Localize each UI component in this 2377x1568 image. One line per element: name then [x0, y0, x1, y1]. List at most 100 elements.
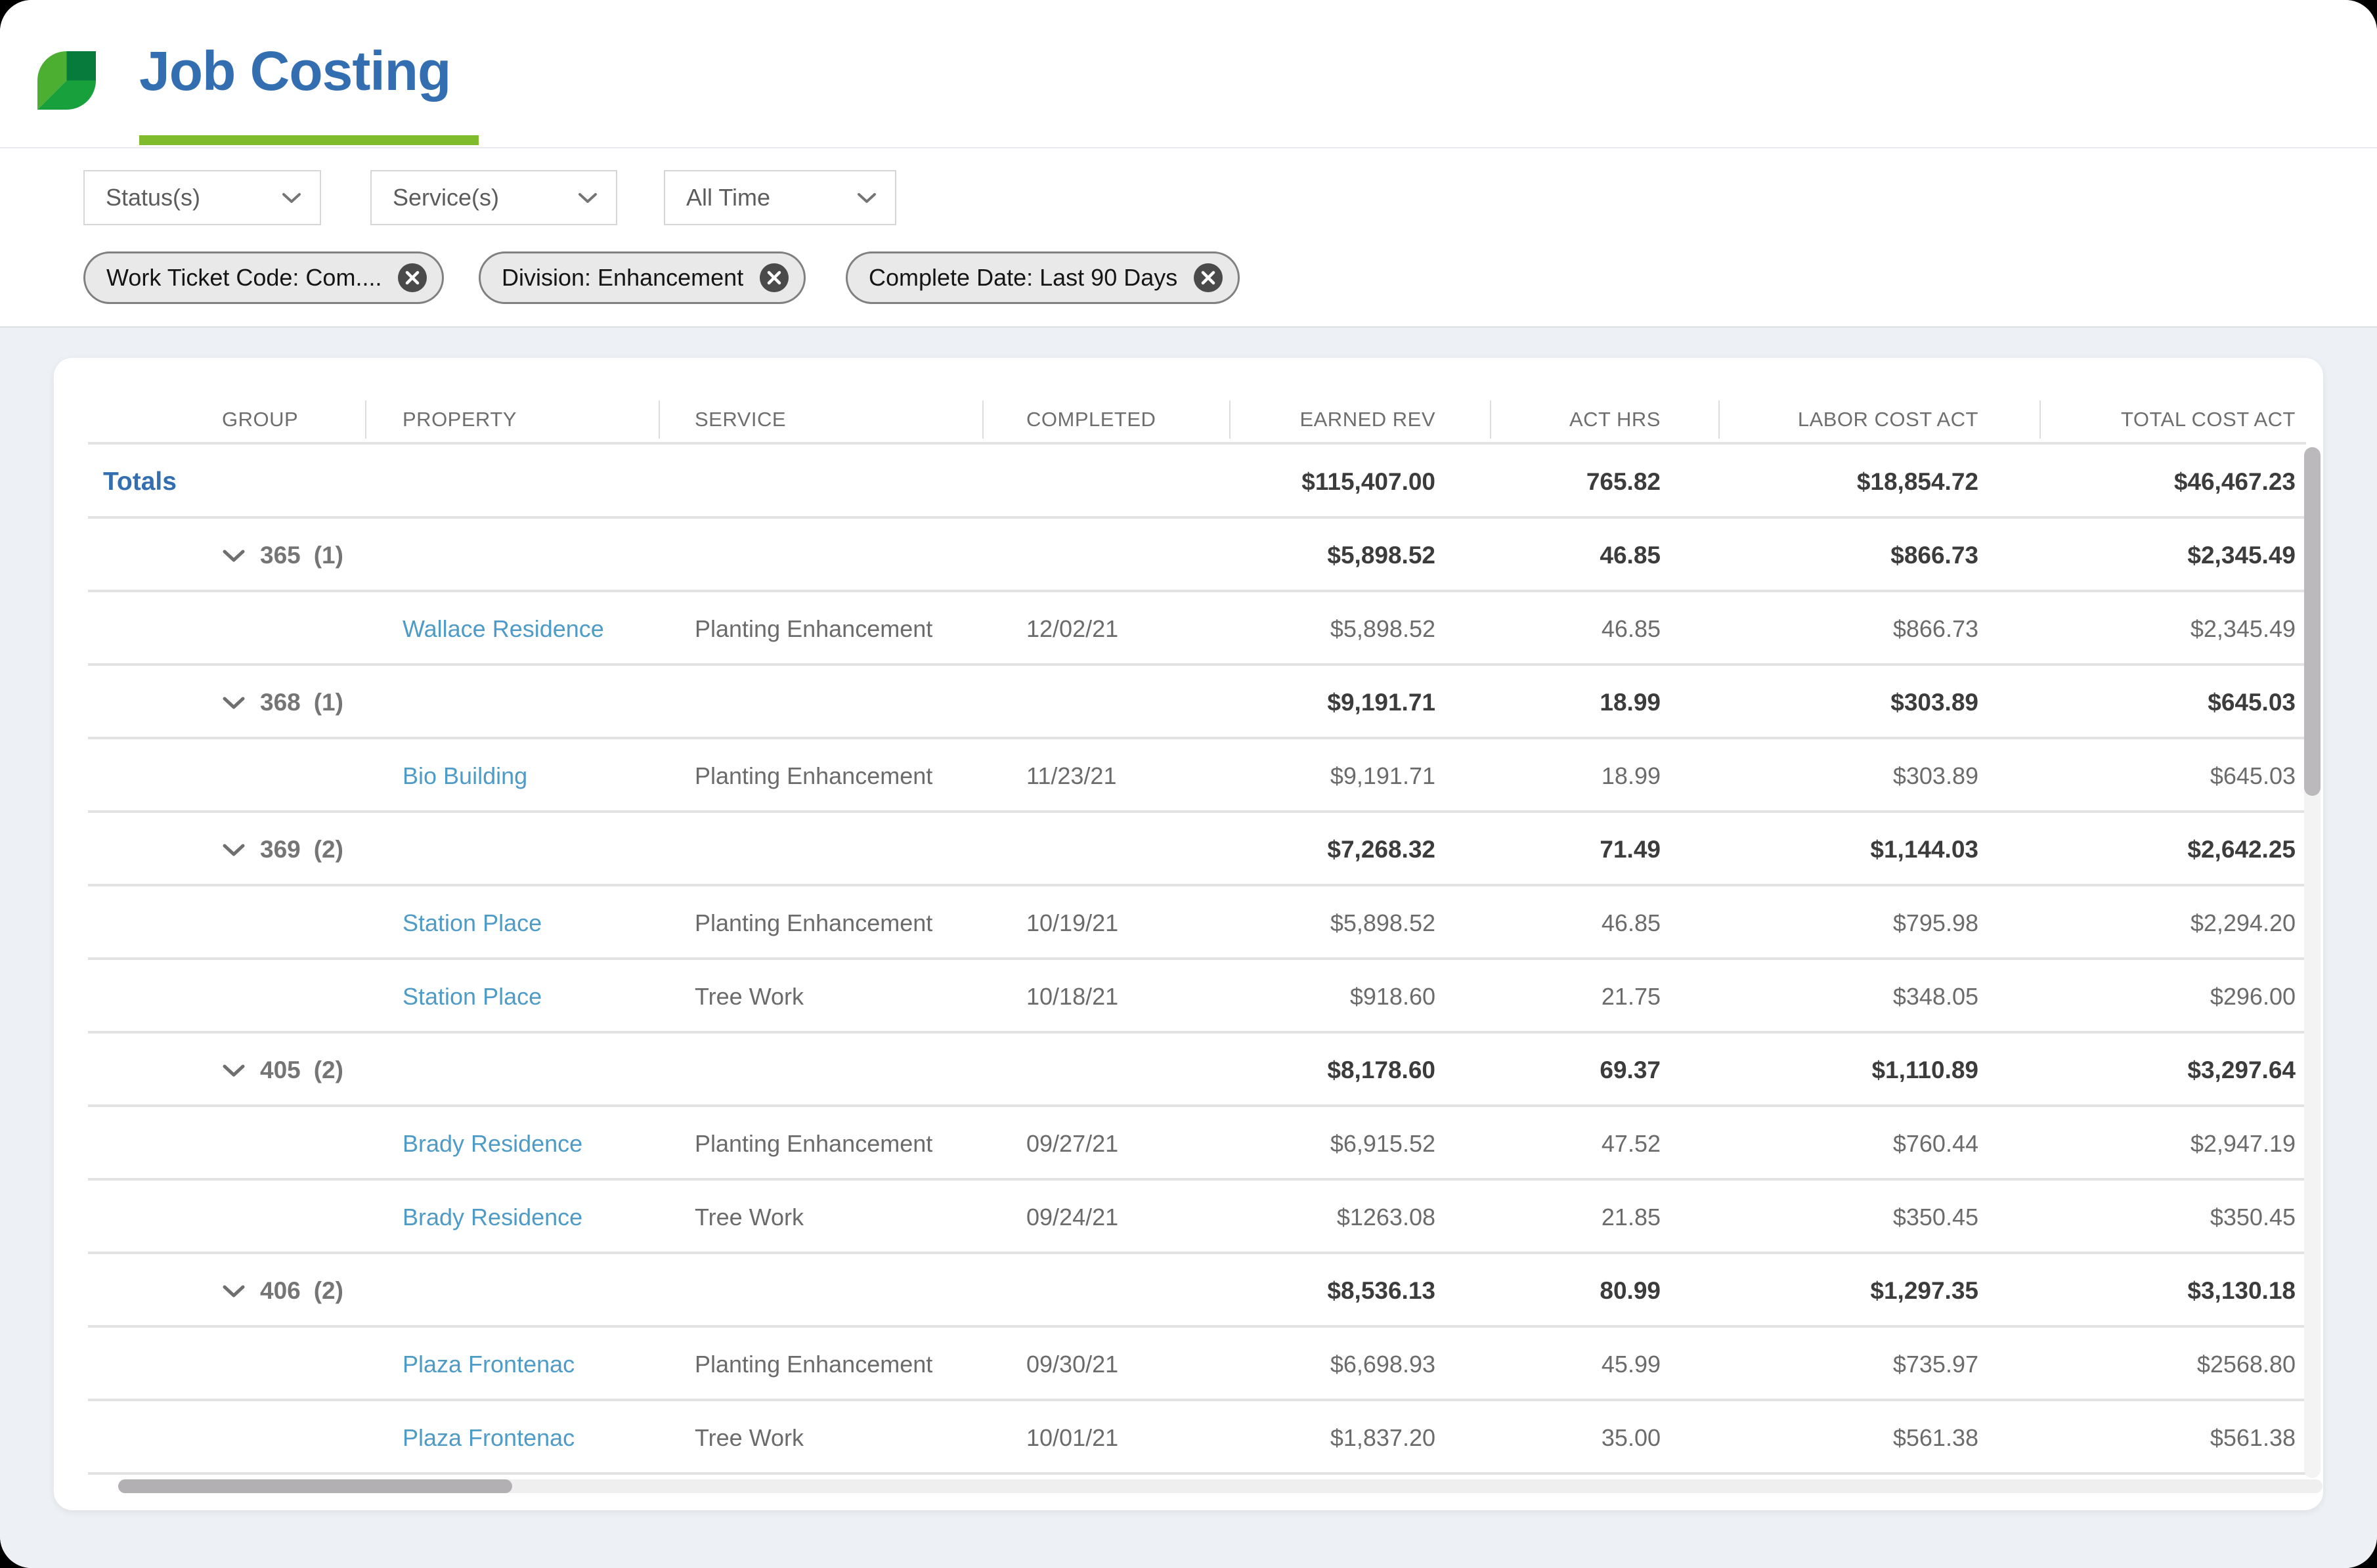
column-header-completed[interactable]: COMPLETED: [983, 394, 1230, 445]
group-row[interactable]: 369 (2) $7,268.32 71.49 $1,144.03 $2,642…: [54, 813, 2323, 886]
column-header-property[interactable]: PROPERTY: [366, 394, 659, 445]
chevron-down-icon[interactable]: [222, 1284, 246, 1298]
property-link[interactable]: Wallace Residence: [403, 615, 604, 643]
filter-chip-division[interactable]: Division: Enhancement: [479, 251, 806, 304]
filter-chip-complete-date[interactable]: Complete Date: Last 90 Days: [846, 251, 1240, 304]
group-cell: 405 (2): [54, 1034, 366, 1107]
column-header-labor-cost-act[interactable]: LABOR COST ACT: [1719, 394, 2040, 445]
totals-total-cost-act: $46,467.23: [2173, 468, 2296, 495]
column-header-act-hrs[interactable]: ACT HRS: [1491, 394, 1719, 445]
chevron-down-icon[interactable]: [222, 842, 246, 857]
labor-cost-act-value: $866.73: [1890, 542, 1978, 569]
group-label: 369: [260, 836, 301, 863]
earned-rev-value: $1263.08: [1336, 1204, 1435, 1230]
column-header-service[interactable]: SERVICE: [659, 394, 983, 445]
column-separator: [982, 401, 984, 439]
status-filter-label: Status(s): [106, 184, 201, 211]
remove-filter-icon[interactable]: [759, 263, 789, 293]
total-cost-act-value: $2,345.49: [2190, 615, 2296, 642]
completed-value: 12/02/21: [1026, 615, 1119, 642]
title-underline: [139, 135, 479, 145]
property-link[interactable]: Bio Building: [403, 762, 527, 790]
labor-cost-act-value: $735.97: [1892, 1351, 1978, 1378]
earned-rev-value: $9,191.71: [1330, 762, 1435, 789]
total-cost-act-value: $2,345.49: [2187, 542, 2296, 569]
property-link[interactable]: Station Place: [403, 983, 542, 1011]
earned-rev-value: $6,915.52: [1330, 1130, 1435, 1157]
property-link[interactable]: Brady Residence: [403, 1130, 582, 1158]
group-row[interactable]: 406 (2) $8,536.13 80.99 $1,297.35 $3,130…: [54, 1254, 2323, 1328]
labor-cost-act-value: $303.89: [1892, 762, 1978, 789]
chevron-down-icon[interactable]: [222, 548, 246, 563]
totals-act-hrs: 765.82: [1586, 468, 1661, 495]
leaf-logo-icon: [37, 51, 96, 110]
total-cost-act-value: $561.38: [2210, 1424, 2296, 1451]
group-cell: 365 (1): [54, 519, 366, 592]
labor-cost-act-value: $348.05: [1892, 983, 1978, 1010]
app-window: Job Costing Status(s) Service(s) All Tim…: [0, 0, 2377, 1568]
total-cost-act-value: $3,130.18: [2187, 1277, 2296, 1304]
group-count: (1): [313, 689, 343, 716]
property-link[interactable]: Plaza Frontenac: [403, 1424, 575, 1452]
status-filter-dropdown[interactable]: Status(s): [83, 170, 321, 225]
total-cost-act-value: $2568.80: [2196, 1351, 2296, 1378]
service-value: Planting Enhancement: [695, 1130, 933, 1157]
total-cost-act-value: $645.03: [2208, 689, 2296, 716]
filter-bar: Status(s) Service(s) All Time Work Ticke…: [0, 148, 2377, 328]
table-header-row: GROUP PROPERTY SERVICE COMPLETED EARNED …: [54, 394, 2323, 445]
act-hrs-value: 69.37: [1600, 1056, 1661, 1083]
service-value: Planting Enhancement: [695, 615, 933, 642]
column-header-total-cost-act[interactable]: TOTAL COST ACT: [2040, 394, 2323, 445]
remove-filter-icon[interactable]: [397, 263, 427, 293]
group-count: (2): [313, 1056, 343, 1083]
filter-chip-label: Work Ticket Code: Com....: [106, 264, 382, 291]
property-link[interactable]: Plaza Frontenac: [403, 1351, 575, 1378]
horizontal-scrollbar-thumb[interactable]: [118, 1479, 512, 1493]
total-cost-act-value: $2,642.25: [2187, 836, 2296, 863]
filter-chip-label: Division: Enhancement: [502, 264, 744, 291]
top-bar: Job Costing: [0, 0, 2377, 148]
act-hrs-value: 71.49: [1600, 836, 1661, 863]
total-cost-act-value: $645.03: [2210, 762, 2296, 789]
detail-row: Station Place Tree Work 10/18/21 $918.60…: [54, 960, 2323, 1034]
service-filter-dropdown[interactable]: Service(s): [370, 170, 617, 225]
detail-row: Bio Building Planting Enhancement 11/23/…: [54, 739, 2323, 813]
earned-rev-value: $8,536.13: [1327, 1277, 1435, 1304]
labor-cost-act-value: $866.73: [1892, 615, 1978, 642]
group-row[interactable]: 368 (1) $9,191.71 18.99 $303.89 $645.03: [54, 666, 2323, 739]
earned-rev-value: $1,837.20: [1330, 1424, 1435, 1451]
vertical-scrollbar-thumb[interactable]: [2304, 447, 2321, 796]
service-value: Planting Enhancement: [695, 1351, 933, 1378]
chevron-down-icon[interactable]: [222, 695, 246, 710]
column-separator: [659, 401, 660, 439]
act-hrs-value: 46.85: [1601, 909, 1661, 936]
job-costing-table-card: GROUP PROPERTY SERVICE COMPLETED EARNED …: [54, 358, 2323, 1510]
filter-chip-work-ticket-code[interactable]: Work Ticket Code: Com....: [83, 251, 445, 304]
group-count: (1): [313, 542, 343, 569]
time-range-dropdown[interactable]: All Time: [664, 170, 896, 225]
group-row[interactable]: 365 (1) $5,898.52 46.85 $866.73 $2,345.4…: [54, 519, 2323, 592]
chevron-down-icon[interactable]: [222, 1063, 246, 1078]
totals-labor-cost-act: $18,854.72: [1856, 468, 1978, 495]
labor-cost-act-value: $1,110.89: [1871, 1056, 1978, 1083]
vertical-scrollbar[interactable]: [2304, 447, 2321, 1478]
column-header-group[interactable]: GROUP: [54, 394, 366, 445]
detail-row: Brady Residence Planting Enhancement 09/…: [54, 1107, 2323, 1181]
property-link[interactable]: Brady Residence: [403, 1204, 582, 1231]
column-header-earned-rev[interactable]: EARNED REV: [1230, 394, 1491, 445]
totals-row: Totals $115,407.00 765.82 $18,854.72 $46…: [54, 445, 2323, 519]
horizontal-scrollbar[interactable]: [118, 1479, 2322, 1493]
group-count: (2): [313, 836, 343, 863]
detail-row: Wallace Residence Planting Enhancement 1…: [54, 592, 2323, 666]
completed-value: 10/19/21: [1026, 909, 1119, 936]
property-link[interactable]: Station Place: [403, 909, 542, 937]
detail-row: Brady Residence Tree Work 09/24/21 $1263…: [54, 1181, 2323, 1254]
group-row[interactable]: 405 (2) $8,178.60 69.37 $1,110.89 $3,297…: [54, 1034, 2323, 1107]
labor-cost-act-value: $303.89: [1890, 689, 1978, 716]
content-background: GROUP PROPERTY SERVICE COMPLETED EARNED …: [0, 328, 2377, 1568]
group-label: 368: [260, 689, 301, 716]
chevron-down-icon: [858, 193, 876, 203]
earned-rev-value: $5,898.52: [1327, 542, 1435, 569]
remove-filter-icon[interactable]: [1193, 263, 1223, 293]
act-hrs-value: 18.99: [1600, 689, 1661, 716]
